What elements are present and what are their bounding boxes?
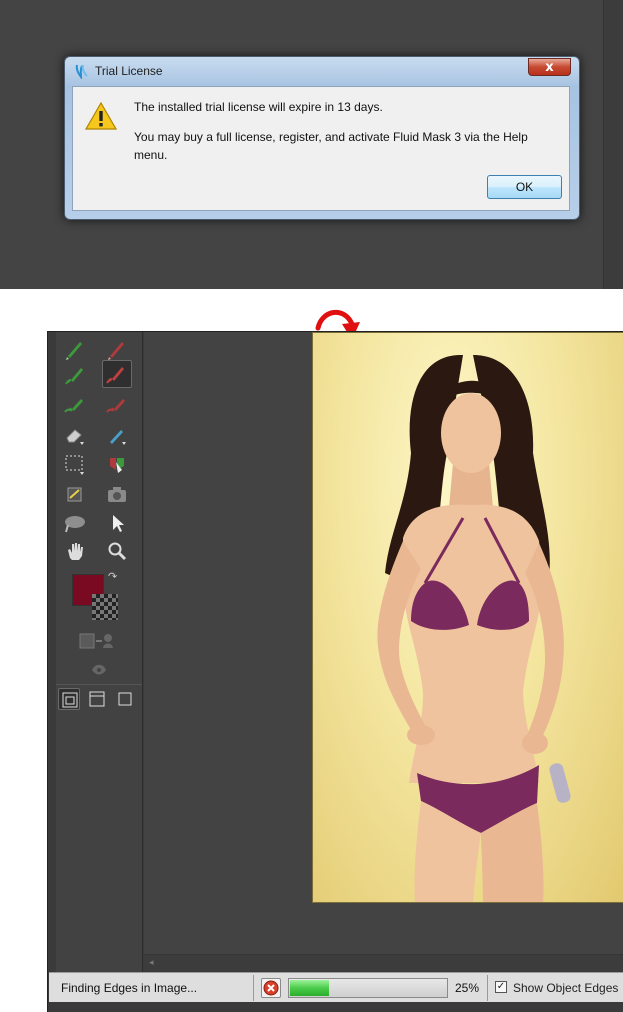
cancel-operation-button[interactable] [261,978,281,998]
cancel-icon [263,980,279,996]
dialog-message-expiry: The installed trial license will expire … [134,100,383,114]
eraser-icon[interactable] [62,422,88,448]
fluid-mask-window: ↷ ◂ [47,331,623,1012]
view-mode-1-icon[interactable] [58,688,80,710]
show-object-edges-label: Show Object Edges [513,981,619,995]
camera-icon[interactable] [104,482,130,508]
dialog-title: Trial License [95,64,163,78]
dialog-body: The installed trial license will expire … [72,86,570,211]
toolbox-divider [56,684,142,685]
zoom-icon[interactable] [104,538,130,564]
toolbox-panel: ↷ [56,332,143,972]
blend-brush-icon[interactable] [104,422,130,448]
horizontal-scrollbar[interactable]: ◂ [144,954,623,971]
mask-edit-icon[interactable] [86,656,112,682]
delete-local-brush-icon[interactable] [102,360,132,388]
fill-tool-icon[interactable] [104,452,130,478]
keep-local-brush-icon[interactable] [62,362,88,388]
cutout-preview-icon[interactable] [76,628,120,654]
image-canvas[interactable] [312,332,623,903]
dialog-message-purchase: You may buy a full license, register, an… [134,130,528,162]
background-color-swatch[interactable] [92,594,118,620]
status-message: Finding Edges in Image... [61,981,198,995]
woman-photo-image [377,354,571,902]
view-mode-3-icon[interactable] [114,688,136,710]
ok-button[interactable]: OK [487,175,562,199]
selection-tool-icon[interactable] [62,452,88,478]
pointer-icon[interactable] [104,510,130,536]
status-bar: Finding Edges in Image... 25% ✓ Show Obj… [49,972,623,1003]
swap-colors-icon[interactable]: ↷ [108,570,117,583]
background-panel-edge [603,0,623,289]
keep-exact-brush-icon[interactable] [62,392,88,418]
hand-icon[interactable] [62,538,88,564]
progress-percentage: 25% [455,981,480,995]
scroll-left-arrow-icon[interactable]: ◂ [149,958,154,968]
fluid-mask-icon [75,64,88,79]
delete-brush-icon[interactable] [104,336,130,362]
warning-icon [85,101,117,130]
view-mode-2-icon[interactable] [86,688,108,710]
delete-exact-brush-icon[interactable] [104,392,130,418]
background-area: Trial License x The installed trial lice… [0,0,623,289]
dialog-close-button[interactable]: x [528,58,571,76]
progress-bar-fill [290,980,329,996]
edge-tool-icon[interactable] [62,510,88,536]
status-divider [253,975,254,1001]
show-object-edges-checkbox[interactable]: ✓ [495,981,507,993]
keep-brush-icon[interactable] [62,336,88,362]
progress-bar [288,978,448,998]
window-bottom-edge [49,1002,623,1011]
patch-tool-icon[interactable] [62,482,88,508]
status-divider [487,975,488,1001]
trial-license-dialog: Trial License x The installed trial lice… [64,56,580,220]
